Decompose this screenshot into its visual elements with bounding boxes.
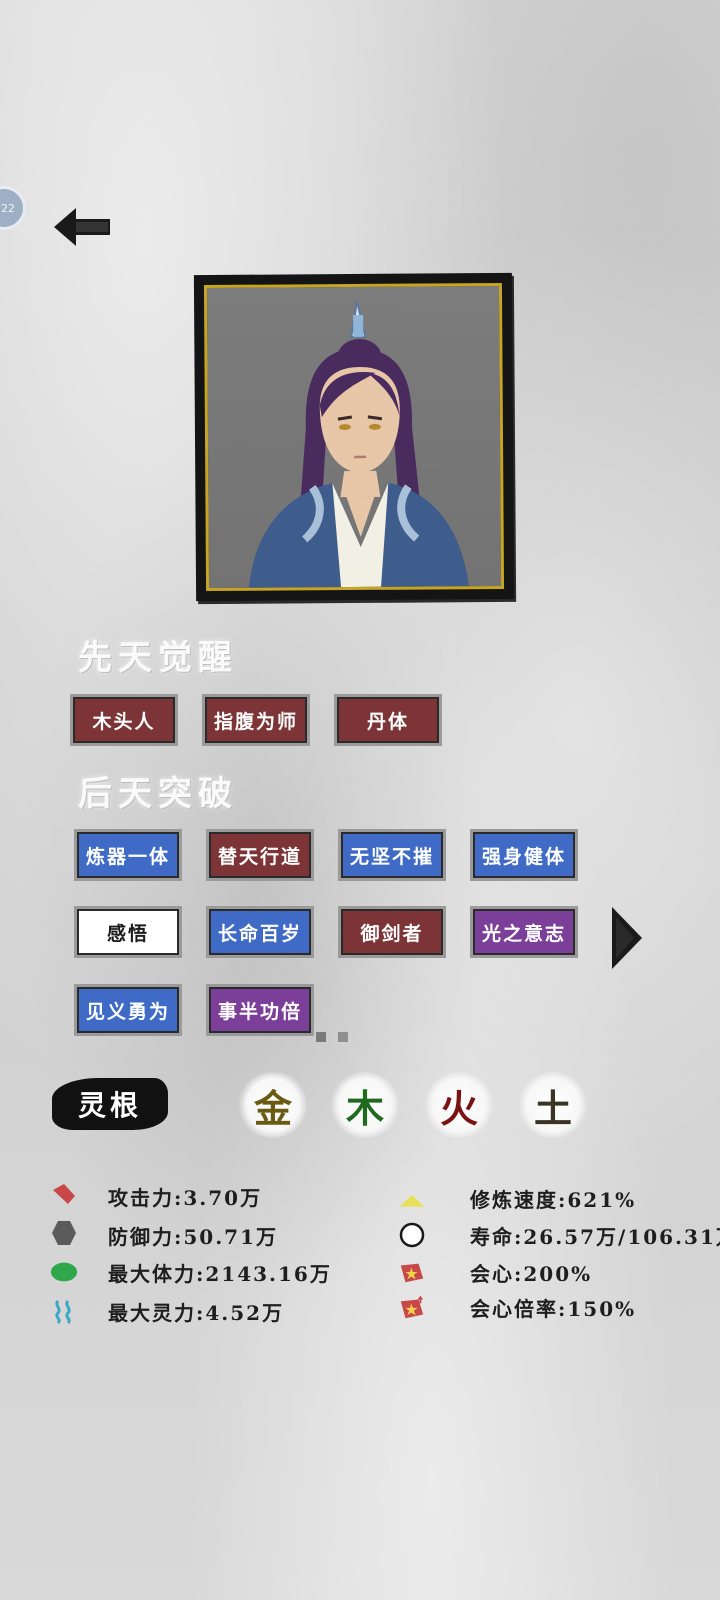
acquired-trait-1[interactable]: 炼器一体	[74, 829, 182, 881]
crit-icon	[398, 1258, 426, 1286]
max-hp-stat: 最大体力:2143.16万	[108, 1262, 332, 1286]
element-fire: 火	[424, 1072, 494, 1138]
acquired-trait-10[interactable]: 事半功倍	[206, 984, 314, 1036]
next-page-arrow-icon[interactable]	[610, 905, 644, 971]
character-illustration	[249, 300, 470, 588]
character-portrait	[203, 282, 505, 592]
acquired-trait-3[interactable]: 无坚不摧	[338, 829, 446, 881]
cultivation-speed-stat: 修炼速度:621%	[470, 1188, 637, 1212]
defense-icon	[50, 1219, 78, 1247]
element-earth: 土	[518, 1072, 588, 1138]
acquired-trait-6[interactable]: 长命百岁	[206, 906, 314, 958]
defense-stat: 防御力:50.71万	[108, 1225, 279, 1249]
max-spirit-stat: 最大灵力:4.52万	[108, 1301, 285, 1325]
element-metal: 金	[238, 1072, 308, 1138]
acquired-breakthrough-title: 后天突破	[78, 774, 238, 814]
spirit-icon	[50, 1297, 78, 1325]
side-badge-label: 22	[1, 201, 15, 215]
crit-multiplier-stat: 会心倍率:150%	[470, 1297, 637, 1321]
acquired-trait-7[interactable]: 御剑者	[338, 906, 446, 958]
acquired-trait-9[interactable]: 见义勇为	[74, 984, 182, 1036]
acquired-trait-5[interactable]: 感悟	[74, 906, 182, 958]
acquired-trait-2[interactable]: 替天行道	[206, 829, 314, 881]
hp-icon	[50, 1258, 78, 1286]
cultivation-icon	[398, 1186, 426, 1214]
crit-stat: 会心:200%	[470, 1262, 593, 1286]
element-wood: 木	[330, 1072, 400, 1138]
innate-trait-3[interactable]: 丹体	[334, 694, 442, 746]
acquired-trait-8[interactable]: 光之意志	[470, 906, 578, 958]
attack-icon	[50, 1180, 78, 1208]
lifespan-icon	[398, 1221, 426, 1249]
innate-awakening-title: 先天觉醒	[78, 638, 238, 678]
lifespan-stat: 寿命:26.57万/106.31万	[470, 1225, 720, 1249]
page-indicator-dot-2	[338, 1032, 348, 1042]
back-arrow-icon[interactable]	[52, 204, 114, 250]
acquired-trait-4[interactable]: 强身健体	[470, 829, 578, 881]
side-badge[interactable]: 22	[0, 186, 26, 230]
page-indicator-dot-1	[316, 1032, 326, 1042]
innate-trait-1[interactable]: 木头人	[70, 694, 178, 746]
innate-trait-2[interactable]: 指腹为师	[202, 694, 310, 746]
character-portrait-frame	[193, 272, 515, 602]
spirit-root-label: 灵根	[52, 1078, 168, 1130]
attack-stat: 攻击力:3.70万	[108, 1186, 263, 1210]
crit-multiplier-icon	[398, 1293, 426, 1321]
